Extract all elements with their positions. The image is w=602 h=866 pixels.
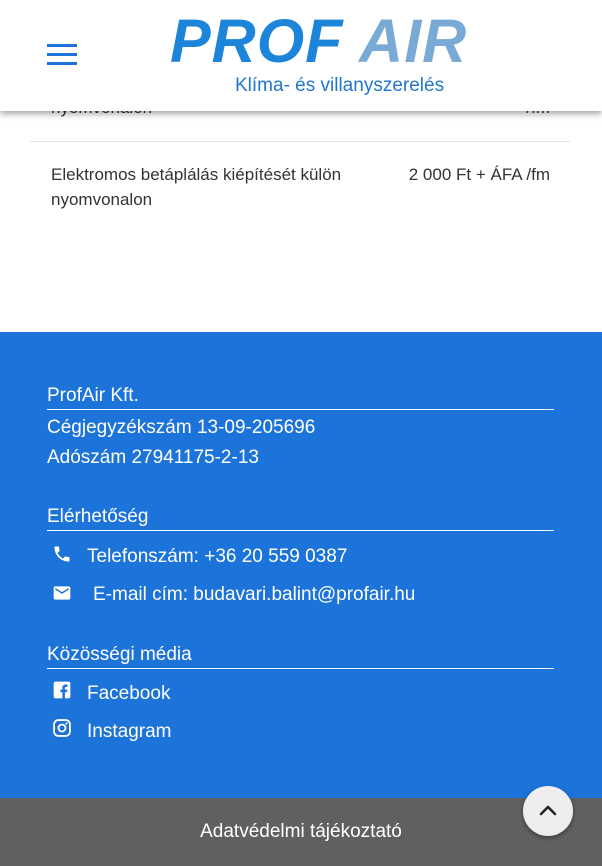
mail-icon	[52, 583, 72, 603]
company-tax-number: Adószám 27941175-2-13	[47, 447, 259, 468]
row-price: 2 000 Ft + ÁFA /fm	[408, 165, 550, 184]
site-header: PROF AIR Klíma- és villanyszerelés	[0, 0, 602, 111]
logo-word-prof: PROF	[170, 7, 344, 75]
company-heading: ProfAir Kft.	[47, 385, 554, 410]
privacy-policy-link[interactable]: Adatvédelmi tájékoztató	[0, 821, 602, 843]
phone-icon	[52, 544, 72, 564]
contact-heading: Elérhetőség	[47, 506, 554, 531]
hamburger-menu-icon[interactable]	[47, 44, 77, 66]
facebook-icon	[52, 680, 72, 700]
table-row: Elektromos betáplálás kiépítését külön n…	[30, 162, 570, 222]
phone-link[interactable]: Telefonszám: +36 20 559 0387	[87, 546, 347, 568]
site-tagline: Klíma- és villanyszerelés	[235, 75, 445, 96]
instagram-icon	[52, 718, 72, 738]
bottom-bar: Adatvédelmi tájékoztató	[0, 798, 602, 866]
logo-word-air: AIR	[359, 7, 468, 75]
company-registration: Cégjegyzékszám 13-09-205696	[47, 417, 316, 438]
chevron-up-icon	[539, 805, 557, 816]
facebook-link[interactable]: Facebook	[87, 683, 170, 705]
scroll-to-top-button[interactable]	[523, 786, 573, 836]
row-description: Elektromos betáplálás kiépítését külön n…	[51, 165, 342, 209]
instagram-link[interactable]: Instagram	[87, 721, 171, 743]
email-link[interactable]: E-mail cím: budavari.balint@profair.hu	[93, 584, 415, 606]
site-footer: ProfAir Kft. Cégjegyzékszám 13-09-205696…	[0, 332, 602, 798]
social-heading: Közösségi média	[47, 644, 554, 669]
site-logo[interactable]: PROF AIR	[170, 6, 530, 75]
